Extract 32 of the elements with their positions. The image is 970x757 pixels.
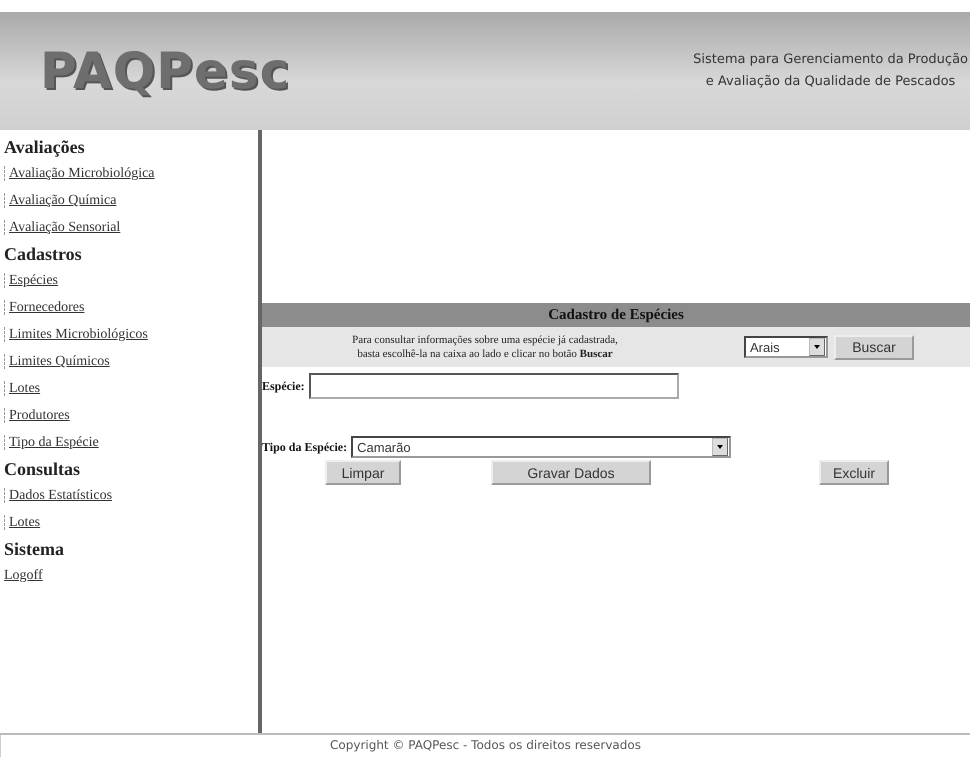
- type-dropdown[interactable]: Camarão: [351, 436, 732, 458]
- logo: PAQPesc: [40, 42, 290, 100]
- sidebar-link[interactable]: Limites Químicos: [4, 354, 110, 369]
- species-dropdown[interactable]: Arais: [744, 336, 828, 358]
- sidebar-link[interactable]: Tipo da Espécie: [4, 435, 99, 450]
- help-text: Para consultar informações sobre uma espécie já cadastrada, basta escolhê-la na caixa ao lado e clicar no botão Buscar: [351, 333, 619, 361]
- form-title: Cadastro de Espécies: [262, 303, 970, 327]
- sidebar-heading: Consultas: [4, 458, 82, 481]
- sidebar-link[interactable]: Produtores: [4, 408, 70, 423]
- copyright-text: Copyright © PAQPesc - Todos os direitos reservados: [0, 735, 970, 757]
- search-button[interactable]: Buscar: [834, 334, 914, 360]
- form-button[interactable]: Excluir: [819, 460, 889, 485]
- form-button[interactable]: Limpar: [325, 460, 401, 485]
- sidebar-heading: Avaliações: [4, 136, 86, 159]
- header-subtitle: e Avaliação da Qualidade de Pescados: [706, 73, 956, 91]
- sidebar-heading: Sistema: [4, 538, 65, 561]
- field-label: Tipo da Espécie:: [262, 440, 348, 454]
- species-input[interactable]: [308, 373, 679, 399]
- field-label: Espécie:: [262, 378, 305, 394]
- sidebar-link[interactable]: Avaliação Microbiológica: [4, 166, 155, 181]
- header-subtitle: Sistema para Gerenciamento da Produção: [693, 51, 968, 69]
- sidebar-link[interactable]: Logoff: [4, 568, 43, 583]
- sidebar-link[interactable]: Dados Estatísticos: [4, 488, 112, 503]
- form-button[interactable]: Gravar Dados: [491, 460, 651, 485]
- sidebar-link[interactable]: Avaliação Sensorial: [4, 220, 120, 235]
- sidebar-link[interactable]: Fornecedores: [4, 300, 84, 315]
- sidebar-link[interactable]: Avaliação Química: [4, 193, 116, 208]
- sidebar-link[interactable]: Espécies: [4, 273, 58, 288]
- sidebar-link[interactable]: Lotes: [4, 515, 40, 530]
- sidebar-link[interactable]: Limites Microbiológicos: [4, 327, 148, 342]
- sidebar-link[interactable]: Lotes: [4, 381, 40, 396]
- sidebar-heading: Cadastros: [4, 243, 83, 266]
